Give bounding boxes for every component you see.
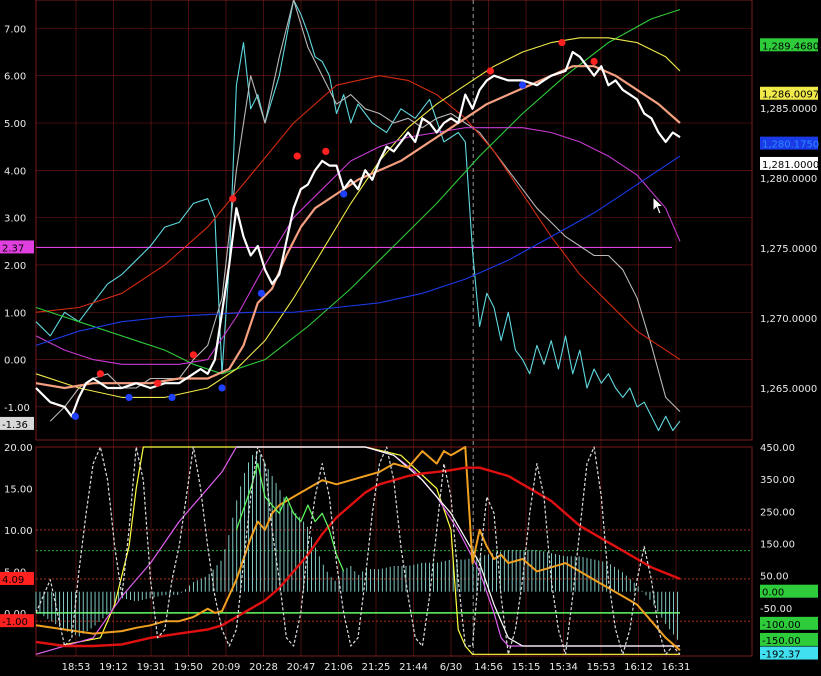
price-right-tick-label: 1,285.0000 bbox=[760, 104, 817, 115]
oscillator-histogram bbox=[35, 451, 678, 640]
osc-left-tick-label: 20.00 bbox=[4, 443, 33, 454]
osc-series-orange bbox=[35, 446, 681, 651]
series-blue_ma bbox=[35, 155, 681, 346]
series-magenta_ma bbox=[35, 127, 681, 365]
axes: -1.00 0.00 1.00 2.00 3.00 4.00 5.00 6.00 7.00 1,2… bbox=[4, 24, 817, 673]
signal-dot-red bbox=[590, 57, 598, 66]
time-tick-label: 19:12 bbox=[99, 662, 128, 673]
time-tick-label: 19:50 bbox=[174, 662, 203, 673]
time-tick-label: 21:25 bbox=[362, 662, 391, 673]
price-left-tick-label: 4.00 bbox=[4, 166, 26, 177]
time-tick-label: 15:15 bbox=[512, 662, 541, 673]
flag-label: 1,289.4680 bbox=[762, 41, 819, 52]
flag-label: -1.36 bbox=[2, 420, 28, 431]
signal-dot-blue bbox=[71, 412, 79, 420]
signal-dot-red bbox=[229, 195, 237, 203]
signal-dot-red bbox=[154, 379, 162, 387]
price-right-tick-label: 1,275.0000 bbox=[760, 244, 817, 255]
series-lines bbox=[35, 0, 681, 655]
time-tick-label: 20:47 bbox=[287, 662, 316, 673]
osc-right-tick-label: 350.00 bbox=[760, 475, 795, 486]
flag-label: 1,286.0097 bbox=[762, 90, 819, 101]
osc-right-tick-label: -50.00 bbox=[760, 604, 792, 615]
series-price bbox=[35, 50, 681, 418]
osc-right-tick-label: 50.00 bbox=[760, 572, 789, 583]
signal-dot-red bbox=[322, 147, 330, 155]
price-left-tick-label: 6.00 bbox=[4, 72, 26, 83]
time-tick-label: 21:44 bbox=[399, 662, 428, 673]
time-tick-label: 6/30 bbox=[440, 662, 462, 673]
grid bbox=[35, 0, 753, 657]
signal-dot-blue bbox=[257, 289, 265, 297]
flag-label: -192.37 bbox=[762, 650, 801, 661]
chart-canvas: -1.00 0.00 1.00 2.00 3.00 4.00 5.00 6.00 7.00 1,2… bbox=[0, 0, 819, 673]
signal-dot-blue bbox=[340, 190, 348, 198]
price-left-tick-label: 0.00 bbox=[4, 356, 26, 367]
price-right-tick-label: 1,265.0000 bbox=[760, 384, 817, 395]
signal-dot-blue bbox=[125, 393, 133, 402]
price-left-tick-label: 7.00 bbox=[4, 24, 26, 35]
osc-right-tick-label: 250.00 bbox=[760, 507, 795, 518]
time-tick-label: 16:31 bbox=[662, 662, 691, 673]
time-tick-label: 20:28 bbox=[249, 662, 278, 673]
price-right-tick-label: 1,280.0000 bbox=[760, 174, 817, 185]
flag-label: -150.00 bbox=[762, 636, 801, 647]
flag-label: 1,280.1750 bbox=[762, 140, 819, 151]
time-tick-label: 15:53 bbox=[587, 662, 616, 673]
time-tick-label: 19:31 bbox=[137, 662, 166, 673]
osc-right-tick-label: 450.00 bbox=[760, 443, 795, 454]
time-tick-label: 15:34 bbox=[549, 662, 578, 673]
series-cyan bbox=[35, 0, 681, 432]
flag-label: -1.00 bbox=[2, 617, 28, 628]
signal-dot-blue bbox=[168, 393, 176, 402]
osc-right-tick-label: 150.00 bbox=[760, 539, 795, 550]
mouse-cursor-icon bbox=[652, 196, 665, 215]
price-left-tick-label: -1.00 bbox=[4, 403, 30, 414]
series-green_ma bbox=[35, 8, 681, 375]
time-tick-label: 14:56 bbox=[474, 662, 503, 673]
time-tick-label: 20:09 bbox=[212, 662, 241, 673]
signal-dot-red bbox=[558, 38, 566, 47]
osc-left-tick-label: 10.00 bbox=[4, 526, 33, 537]
time-tick-label: 18:53 bbox=[62, 662, 91, 673]
time-tick-label: 16:12 bbox=[624, 662, 653, 673]
price-left-tick-label: 5.00 bbox=[4, 119, 26, 130]
signal-dot-blue bbox=[218, 384, 226, 392]
price-left-tick-label: 1.00 bbox=[4, 308, 26, 319]
flag-label: 4.09 bbox=[2, 575, 24, 586]
signal-dot-blue bbox=[518, 81, 527, 89]
flag-label: 0.00 bbox=[762, 588, 784, 599]
flag-label: 1,281.0000 bbox=[762, 160, 819, 171]
price-right-tick-label: 1,270.0000 bbox=[760, 314, 817, 325]
flag-label: -100.00 bbox=[762, 620, 801, 631]
price-left-tick-label: 2.00 bbox=[4, 261, 26, 272]
signal-dot-red bbox=[189, 351, 198, 359]
signal-dot-red bbox=[293, 152, 301, 160]
osc-left-tick-label: 15.00 bbox=[4, 484, 33, 495]
time-tick-label: 21:06 bbox=[324, 662, 353, 673]
signal-dot-red bbox=[96, 370, 104, 378]
flag-label: 2.37 bbox=[2, 243, 24, 254]
signal-dot-red bbox=[486, 67, 494, 75]
price-panel-frame bbox=[35, 0, 753, 441]
price-left-tick-label: 3.00 bbox=[4, 214, 26, 225]
